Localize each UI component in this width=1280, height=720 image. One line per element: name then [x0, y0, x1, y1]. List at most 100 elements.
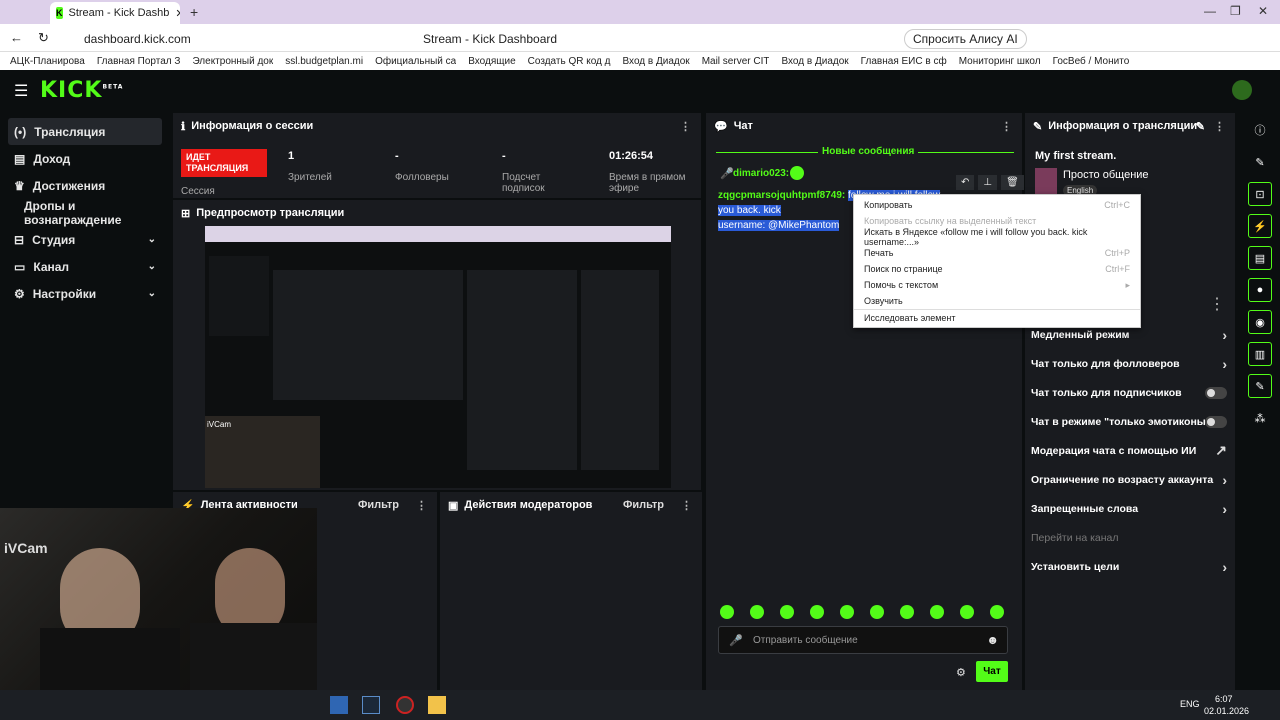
pin-icon[interactable]: ⊥	[978, 175, 998, 190]
chat-setting-row[interactable]: Перейти на канал	[1025, 523, 1235, 552]
chat-setting-label: Медленный режим	[1031, 328, 1130, 341]
share-rail-icon[interactable]: ⁂	[1248, 406, 1272, 430]
edit-icon[interactable]: ✎	[1196, 120, 1205, 133]
yandex-taskbar-icon[interactable]	[330, 696, 348, 714]
chat-input[interactable]: 🎤 Отправить сообщение ☻	[718, 626, 1008, 654]
bookmark-item[interactable]: Главная Портал З	[97, 56, 181, 67]
bookmark-item[interactable]: АЦК-Планирова	[10, 56, 85, 67]
bookmark-item[interactable]: Mail server CIT	[702, 56, 770, 67]
chat-setting-row[interactable]: Установить цели ›	[1025, 552, 1235, 581]
bookmark-item[interactable]: Вход в Диадок	[781, 56, 848, 67]
emote-icon[interactable]	[810, 605, 824, 619]
emote-icon[interactable]	[930, 605, 944, 619]
chat-setting-row[interactable]: Модерация чата с помощью ИИ ↗	[1025, 436, 1235, 465]
context-menu-shortcut: ▸	[1125, 279, 1130, 290]
bolt-rail-icon[interactable]: ⚡	[1248, 214, 1272, 238]
new-tab-icon[interactable]: +	[190, 4, 198, 20]
context-menu-item[interactable]: Поиск по странице Ctrl+F	[854, 261, 1140, 277]
chat-setting-label: Чат только для подписчиков	[1031, 386, 1182, 399]
bookmark-item[interactable]: ssl.budgetplan.mi	[285, 56, 363, 67]
mod-filter-button[interactable]: Фильтр	[623, 499, 664, 511]
emote-icon[interactable]	[990, 605, 1004, 619]
bookmark-item[interactable]: Официальный са	[375, 56, 456, 67]
chat-setting-row[interactable]: Ограничение по возрасту аккаунта ›	[1025, 465, 1235, 494]
context-menu-item[interactable]: Исследовать элемент	[854, 309, 1140, 325]
reply-icon[interactable]: ↶	[956, 175, 975, 190]
menu-icon[interactable]: ☰	[14, 81, 28, 101]
broadcast-rail-icon[interactable]: ◉	[1248, 310, 1272, 334]
files-taskbar-icon[interactable]	[428, 696, 446, 714]
send-chat-button[interactable]: Чат	[976, 661, 1008, 682]
context-menu-item[interactable]: Озвучить	[854, 293, 1140, 309]
close-tab-icon[interactable]: ✕	[175, 7, 180, 20]
layout-rail-icon[interactable]: ▥	[1248, 342, 1272, 366]
chat-username[interactable]: dimario023:	[733, 168, 789, 179]
bookmark-item[interactable]: Электронный док	[192, 56, 273, 67]
chat-setting-row[interactable]: Чат только для фолловеров ›	[1025, 349, 1235, 378]
bookmark-item[interactable]: Создать QR код д	[528, 56, 611, 67]
emote-icon[interactable]	[840, 605, 854, 619]
emote-icon[interactable]	[900, 605, 914, 619]
chat-setting-row[interactable]: Запрещенные слова ›	[1025, 494, 1235, 523]
sidebar-item[interactable]: ▤ Доход	[0, 145, 170, 172]
document-rail-icon[interactable]: ▤	[1248, 246, 1272, 270]
sidebar-item[interactable]: ⚙ Настройки ⌄	[0, 280, 170, 307]
context-menu-item[interactable]: Искать в Яндексе «follow me i will follo…	[854, 227, 1140, 247]
avatar[interactable]	[1232, 80, 1252, 100]
browser-tab[interactable]: K Stream - Kick Dashb ✕	[50, 2, 180, 24]
alice-button[interactable]: Спросить Алису AI	[904, 29, 1027, 49]
delete-icon[interactable]: 🗑	[1001, 175, 1024, 190]
context-menu-label: Копировать ссылку на выделенный текст	[864, 216, 1037, 226]
sidebar-item[interactable]: ⊟ Студия ⌄	[0, 226, 170, 253]
emote-icon[interactable]	[750, 605, 764, 619]
camera-rail-icon[interactable]: ⊡	[1248, 182, 1272, 206]
sidebar-item[interactable]: ▭ Канал ⌄	[0, 253, 170, 280]
chat-setting-row[interactable]: Чат только для подписчиков	[1025, 378, 1235, 407]
window-close-icon[interactable]: ✕	[1258, 4, 1268, 18]
stream-info-header: ✎ Информация о трансляции ✎ ⋮	[1025, 113, 1235, 139]
steam-taskbar-icon[interactable]	[362, 696, 380, 714]
chat-message-user[interactable]: zqgcpmarsojquhtpmf8749:	[718, 190, 845, 201]
more-icon[interactable]: ⋮	[680, 120, 691, 133]
minimize-icon[interactable]: —	[1204, 4, 1216, 18]
mod-more-icon[interactable]: ⋮	[681, 499, 692, 512]
stream-info-more-icon[interactable]: ⋮	[1214, 120, 1225, 133]
bookmark-item[interactable]: Мониторинг школ	[959, 56, 1041, 67]
bookmark-item[interactable]: ГосВеб / Монито	[1053, 56, 1130, 67]
chat-rail-icon[interactable]: ●	[1248, 278, 1272, 302]
activity-filter-button[interactable]: Фильтр	[358, 499, 399, 511]
sidebar-item[interactable]: Дропы и вознаграждение	[0, 199, 170, 227]
stream-preview-video[interactable]: iVCam	[205, 226, 671, 488]
kick-logo[interactable]: KICKBETA	[40, 78, 123, 103]
setting-toggle[interactable]	[1205, 386, 1227, 399]
chat-setting-row[interactable]: Чат в режиме "только эмотиконы"	[1025, 407, 1235, 436]
bookmark-item[interactable]: Главная ЕИС в сф	[861, 56, 947, 67]
live-time-label: Время в прямом эфире	[609, 172, 686, 194]
context-menu-item[interactable]: Помочь с текстом ▸	[854, 277, 1140, 293]
sidebar-item[interactable]: ♛ Достижения	[0, 172, 170, 199]
url-field[interactable]: dashboard.kick.com	[84, 32, 191, 46]
bookmark-item[interactable]: Входящие	[468, 56, 515, 67]
reload-icon[interactable]: ↻	[38, 30, 49, 46]
edit-rail-icon[interactable]: ✎	[1248, 150, 1272, 174]
chat-more-icon[interactable]: ⋮	[1001, 120, 1012, 133]
emote-icon[interactable]	[870, 605, 884, 619]
language-indicator[interactable]: ENG	[1180, 699, 1200, 709]
info-rail-icon[interactable]: ⓘ	[1248, 118, 1272, 142]
sidebar-item[interactable]: (•) Трансляция	[8, 118, 162, 145]
chat-settings-icon[interactable]: ⚙	[956, 666, 966, 679]
context-menu-item[interactable]: Копировать Ctrl+C	[854, 197, 1140, 213]
emoji-icon[interactable]: ☻	[986, 633, 999, 647]
context-menu-item[interactable]: Печать Ctrl+P	[854, 245, 1140, 261]
obs-taskbar-icon[interactable]	[396, 696, 414, 714]
activity-more-icon[interactable]: ⋮	[416, 499, 427, 512]
back-icon[interactable]: ←	[10, 30, 23, 45]
maximize-icon[interactable]: ❐	[1230, 4, 1241, 18]
setting-toggle[interactable]	[1205, 415, 1227, 428]
settings-more-icon[interactable]: ⋮	[1209, 294, 1225, 314]
emote-icon[interactable]	[720, 605, 734, 619]
emote-icon[interactable]	[960, 605, 974, 619]
emote-icon[interactable]	[780, 605, 794, 619]
wrench-rail-icon[interactable]: ✎	[1248, 374, 1272, 398]
bookmark-item[interactable]: Вход в Диадок	[623, 56, 690, 67]
